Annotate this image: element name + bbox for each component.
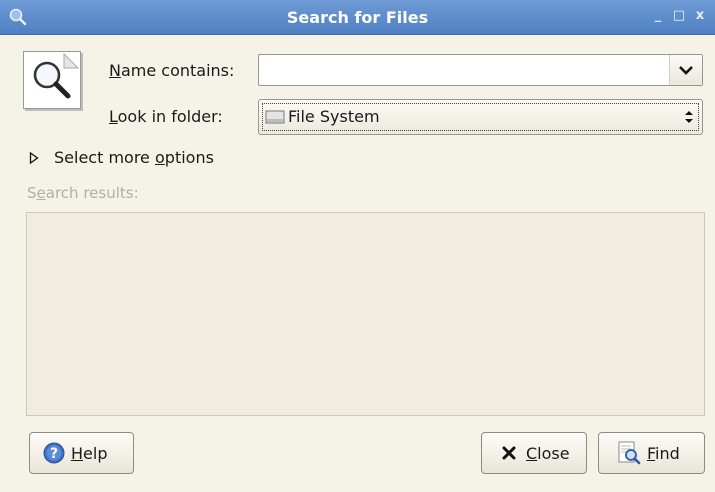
results-label-b: arch results: xyxy=(45,184,139,202)
search-magnifier-icon xyxy=(23,51,81,109)
chevron-down-icon xyxy=(679,66,693,75)
find-mnemonic: F xyxy=(647,444,656,463)
name-history-dropdown-button[interactable] xyxy=(669,55,702,85)
updown-arrows-icon xyxy=(685,111,693,123)
name-label-mnemonic: N xyxy=(109,61,121,80)
find-text: ind xyxy=(655,444,680,463)
help-label: Help xyxy=(71,444,107,463)
folder-label-text: ook in folder: xyxy=(117,107,223,126)
close-x-icon xyxy=(502,446,516,460)
folder-selected-value: File System xyxy=(288,107,380,126)
folder-label-mnemonic: L xyxy=(109,107,118,126)
minimize-button[interactable]: _ xyxy=(651,9,665,23)
look-in-folder-select[interactable]: File System xyxy=(258,99,703,135)
results-label-a: S xyxy=(27,184,37,202)
close-window-button[interactable]: x xyxy=(693,9,707,23)
expander-triangle-icon xyxy=(29,152,39,164)
find-icon xyxy=(618,441,641,465)
name-contains-input[interactable] xyxy=(261,57,665,85)
name-label-text: ame contains: xyxy=(120,61,235,80)
window-title: Search for Files xyxy=(286,8,429,27)
close-text: lose xyxy=(537,444,570,463)
name-contains-label: Name contains: xyxy=(109,61,234,80)
close-mnemonic: C xyxy=(526,444,538,463)
search-results-list[interactable] xyxy=(26,212,705,416)
expander-mnemonic: o xyxy=(154,148,165,167)
look-in-folder-label: Look in folder: xyxy=(109,107,223,126)
svg-text:?: ? xyxy=(50,446,58,462)
expander-text-b: ptions xyxy=(164,148,214,167)
search-for-files-window: Search for Files _ □ x Name contains: Lo… xyxy=(0,0,715,492)
close-label: Close xyxy=(526,444,570,463)
name-contains-combo[interactable] xyxy=(258,54,703,86)
help-text: elp xyxy=(83,444,108,463)
expander-text-a: Select more xyxy=(54,148,155,167)
help-button[interactable]: ? Help xyxy=(29,432,134,474)
find-label: Find xyxy=(647,444,680,463)
find-button[interactable]: Find xyxy=(598,432,705,474)
results-label-mnemonic: e xyxy=(36,184,46,202)
help-icon: ? xyxy=(43,442,65,464)
help-mnemonic: H xyxy=(71,444,84,463)
search-results-label: Search results: xyxy=(27,184,139,202)
maximize-button[interactable]: □ xyxy=(672,9,686,23)
title-bar[interactable]: Search for Files _ □ x xyxy=(0,0,715,35)
close-button[interactable]: Close xyxy=(481,432,587,474)
drive-icon xyxy=(265,110,285,124)
expander-label: Select more options xyxy=(54,148,214,167)
